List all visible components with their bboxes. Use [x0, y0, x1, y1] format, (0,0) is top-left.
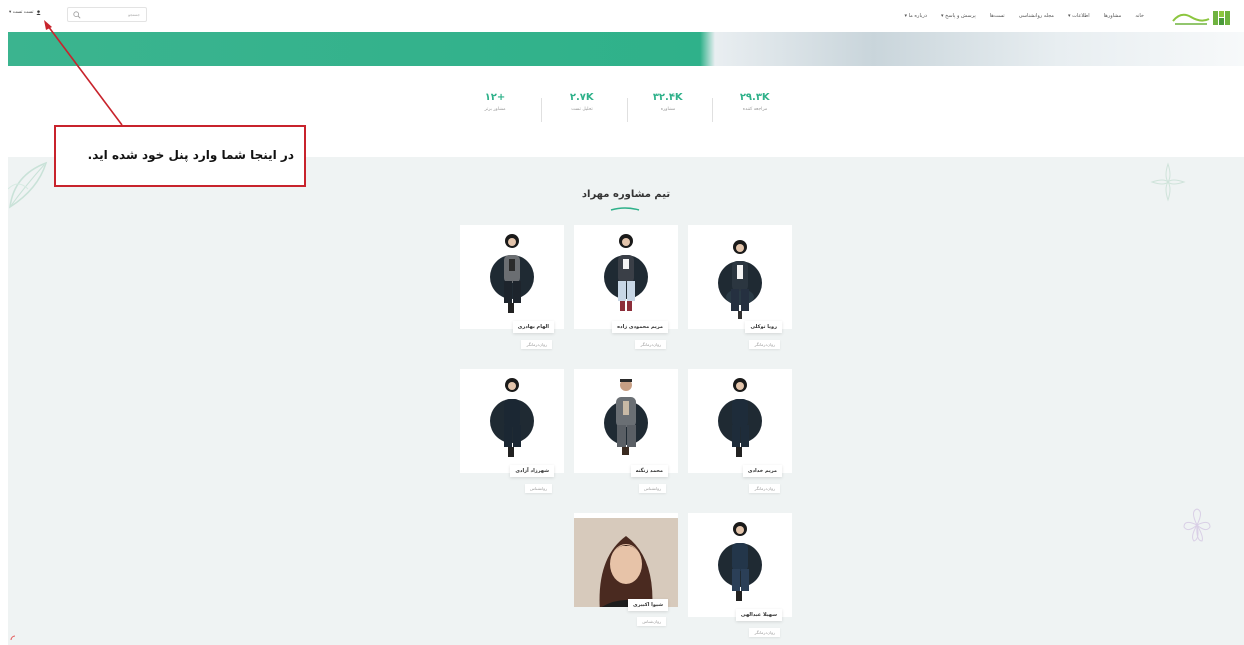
nav-item-tests[interactable]: تست‌ها [990, 13, 1005, 19]
counselor-role: روان‌درمانگر [635, 340, 666, 349]
stat-value: ۲.۷K [569, 92, 595, 103]
stat-divider [541, 98, 542, 122]
counselor-name[interactable]: مریم خدادی [742, 465, 782, 477]
stat-sessions: ۳۲.۴K مشاوره [628, 92, 708, 112]
counselor-role: روان‌درمانگر [749, 628, 780, 637]
stat-divider [627, 98, 628, 122]
counselor-name[interactable]: محمد زنگنه [630, 465, 668, 477]
main-menu: خانه مشاورها اطلاعات ▾ مجله روانشناسی تس… [905, 13, 1144, 19]
search-placeholder: جستجو [128, 12, 140, 17]
counselor-name[interactable]: شیوا اکبیری [628, 599, 668, 611]
stat-label: مراجعه کننده [742, 107, 768, 112]
nav-item-qa[interactable]: پرسش و پاسخ ▾ [941, 13, 976, 19]
counselor-role: روان‌درمانگر [749, 340, 780, 349]
stat-counselors: ۱۲+ مشاور برتر [455, 92, 535, 112]
nav-item-magazine[interactable]: مجله روانشناسی [1019, 13, 1054, 19]
stat-value: ۱۲+ [484, 92, 506, 103]
stat-clients: ۲۹.۳K مراجعه کننده [715, 92, 795, 112]
site-logo[interactable] [1171, 9, 1231, 27]
counselor-name[interactable]: شهرزاد آزادی [510, 465, 554, 477]
counselor-photo [688, 513, 792, 617]
annotation-text: در اینجا شما وارد پنل خود شده اید. [87, 148, 294, 162]
title-underline [610, 207, 640, 211]
counselor-photo [688, 369, 792, 473]
hero-banner [8, 32, 1244, 66]
leaf-icon [8, 161, 48, 209]
counselor-photo [574, 225, 678, 329]
search-icon[interactable] [73, 11, 81, 19]
counselor-role: روانشناس [639, 484, 666, 493]
counselor-role: روان‌درمانگر [749, 484, 780, 493]
counselor-photo [688, 225, 792, 329]
user-menu-label: تست تست ▾ [9, 10, 34, 15]
stat-label: مشاوره [660, 107, 676, 112]
counselor-photo [574, 513, 678, 607]
stat-tests: ۲.۷K تحلیل تست [542, 92, 622, 112]
counselor-photo [460, 369, 564, 473]
search-input[interactable]: جستجو [67, 7, 147, 22]
counselor-name[interactable]: مریم محمودی زاده [612, 321, 668, 333]
stat-divider [712, 98, 713, 122]
top-navigation: خانه مشاورها اطلاعات ▾ مجله روانشناسی تس… [0, 0, 1244, 32]
user-menu[interactable]: تست تست ▾ [9, 10, 41, 15]
annotation-callout: در اینجا شما وارد پنل خود شده اید. [54, 125, 306, 187]
counselor-role: روان‌شناس [637, 617, 666, 626]
counselor-name[interactable]: رویا توکلی [745, 321, 782, 333]
counselor-photo [460, 225, 564, 329]
counselor-role: روان‌درمانگر [521, 340, 552, 349]
nav-item-counselors[interactable]: مشاورها [1104, 13, 1122, 19]
stat-label: مشاور برتر [484, 107, 506, 112]
nav-item-info[interactable]: اطلاعات ▾ [1068, 13, 1090, 19]
stat-value: ۲۹.۳K [739, 92, 771, 103]
user-icon [35, 10, 41, 15]
stats-row: ۲۹.۳K مراجعه کننده ۳۲.۴K مشاوره ۲.۷K تحل… [455, 92, 795, 132]
team-title: تیم مشاوره مهراد [581, 189, 671, 200]
nav-item-home[interactable]: خانه [1135, 13, 1144, 19]
stat-label: تحلیل تست [571, 107, 593, 112]
counselor-photo [574, 369, 678, 473]
flower-icon [1183, 508, 1211, 542]
counselor-name[interactable]: الهام بهادری [512, 321, 554, 333]
page: خانه مشاورها اطلاعات ▾ مجله روانشناسی تس… [0, 0, 1244, 645]
stat-value: ۳۲.۴K [652, 92, 684, 103]
nav-item-about[interactable]: درباره ما ▾ [905, 13, 927, 19]
counselor-role: روانشناس [525, 484, 552, 493]
counselor-name[interactable]: سهیلا عبدالهی [735, 609, 782, 621]
loading-icon [10, 635, 16, 641]
